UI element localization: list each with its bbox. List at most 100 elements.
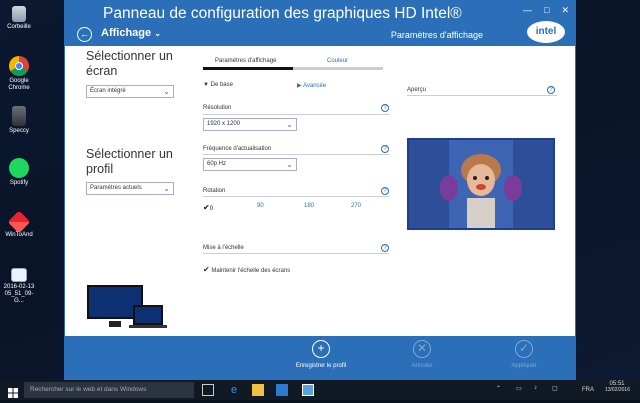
tab-color[interactable]: Couleur [327, 58, 348, 64]
volume-icon[interactable]: ♪ [534, 385, 537, 391]
apply-button[interactable]: ✓ Appliquer [501, 340, 547, 369]
help-icon[interactable]: ? [381, 244, 389, 252]
help-icon[interactable]: ? [381, 104, 389, 112]
chrome-icon [9, 56, 29, 76]
edge-icon[interactable]: e [228, 384, 240, 396]
back-arrow-icon[interactable]: ← [77, 27, 92, 42]
desktop-icon-label: Google Chrome [8, 78, 30, 91]
window-controls: — □ ✕ [523, 5, 569, 16]
screen-select[interactable]: Écran intégré ⌄ [86, 85, 174, 98]
minimize-button[interactable]: — [523, 5, 532, 16]
language-indicator[interactable]: FRA [582, 387, 594, 393]
plus-icon: + [312, 340, 330, 358]
wintoand-icon [7, 210, 31, 234]
desktop-icon-spotify[interactable]: Spotify [0, 158, 38, 187]
message-icon[interactable]: ▢ [552, 385, 558, 392]
triangle-down-icon: ▼ [203, 82, 209, 88]
clock[interactable]: 05:51 13/02/2016 [604, 381, 630, 393]
maximize-button[interactable]: □ [544, 5, 549, 16]
apply-label: Appliquer [511, 363, 537, 369]
spotify-icon [9, 158, 29, 178]
laptop-base [129, 325, 167, 328]
affichage-menu-label: Affichage [101, 27, 152, 39]
resolution-label: Résolution [203, 105, 232, 111]
affichage-menu[interactable]: Affichage ⌄ [101, 27, 161, 39]
refresh-rate-select[interactable]: 60p Hz ⌄ [203, 158, 297, 171]
help-icon[interactable]: ? [547, 86, 555, 94]
divider [407, 95, 557, 96]
tray-chevron-up-icon[interactable]: ⌃ [496, 385, 501, 392]
cancel-label: Annuler [411, 363, 433, 369]
select-screen-heading: Sélectionner un écran [86, 49, 173, 78]
divider [203, 253, 389, 254]
preview-label: Aperçu [407, 87, 427, 93]
profile-select[interactable]: Paramètres actuels ⌄ [86, 182, 174, 195]
recycle-bin-icon [12, 6, 26, 22]
desktop-icon-recycle-bin[interactable]: Corbeille [0, 6, 38, 31]
network-icon[interactable]: ▭ [516, 385, 522, 392]
desktop-icon-chrome[interactable]: Google Chrome [0, 56, 38, 92]
intel-graphics-window: Panneau de configuration des graphiques … [64, 0, 576, 380]
tab-inactive-indicator [293, 67, 383, 70]
windows-start-icon[interactable] [8, 385, 18, 398]
rotation-option-label: 0 [209, 206, 214, 212]
divider [203, 196, 389, 197]
help-icon[interactable]: ? [381, 187, 389, 195]
monitor-stand [109, 321, 121, 327]
desktop-icon-label: Speccy [9, 128, 29, 134]
chevron-down-icon: ⌄ [163, 184, 170, 193]
refresh-rate-label: Fréquence d'actualisation [203, 146, 272, 152]
preview-image [407, 138, 555, 230]
scaling-label: Mise à l'échelle [203, 245, 244, 251]
action-bar: + Enregistrer le profil ✕ Annuler ✓ Appl… [65, 336, 575, 380]
desktop-icon-wintoand[interactable]: WinToAnd [0, 210, 38, 239]
rotation-option-180[interactable]: 180 [304, 203, 314, 209]
resolution-select[interactable]: 1920 x 1200 ⌄ [203, 118, 297, 131]
close-button[interactable]: ✕ [561, 5, 569, 16]
triangle-right-icon: ▶ [297, 83, 302, 89]
app-title: Panneau de configuration des graphiques … [103, 5, 462, 22]
file-explorer-icon[interactable] [252, 384, 264, 396]
intel-graphics-taskbar-icon[interactable] [302, 384, 314, 396]
rotation-option-90[interactable]: 90 [257, 203, 264, 209]
resolution-select-value: 1920 x 1200 [207, 121, 241, 127]
store-icon[interactable] [276, 384, 288, 396]
desktop-icon-screenshot[interactable]: 2016-02-13 05_51_09-G... [0, 268, 38, 305]
mode-basic[interactable]: ▼ De base [203, 82, 233, 88]
clock-date: 13/02/2016 [604, 387, 630, 393]
profile-select-value: Paramètres actuels [90, 185, 142, 191]
screen-select-value: Écran intégré [90, 88, 126, 94]
checkmark-icon: ✔ [203, 203, 210, 212]
mode-basic-label: De base [210, 82, 233, 88]
checkmark-icon: ✔ [203, 265, 210, 274]
rotation-option-0[interactable]: ✔0 [203, 203, 213, 212]
chevron-down-icon: ⌄ [163, 87, 170, 96]
chevron-down-icon: ⌄ [286, 120, 293, 129]
monitor-laptop-illustration [87, 285, 167, 335]
divider [203, 114, 389, 115]
rotation-label: Rotation [203, 188, 226, 194]
divider [203, 154, 389, 155]
scaling-option-label: Maintenir l'échelle des écrans [211, 268, 291, 274]
save-profile-button[interactable]: + Enregistrer le profil [287, 340, 355, 369]
laptop-icon [133, 305, 163, 325]
taskbar-search-input[interactable]: Rechercher sur le web et dans Windows [24, 382, 194, 398]
intel-logo: intel [527, 21, 565, 43]
desktop-icon-label: 2016-02-13 05_51_09-G... [3, 284, 35, 304]
scaling-option[interactable]: ✔ Maintenir l'échelle des écrans [203, 265, 290, 274]
taskbar: Rechercher sur le web et dans Windows e … [0, 380, 640, 400]
desktop-icon-label: Corbeille [7, 24, 31, 30]
task-view-icon[interactable] [202, 384, 214, 396]
rotation-option-270[interactable]: 270 [351, 203, 361, 209]
chevron-down-icon: ⌄ [154, 29, 161, 38]
checkmark-icon: ✓ [515, 340, 533, 358]
chevron-down-icon: ⌄ [286, 160, 293, 169]
desktop-icon-speccy[interactable]: Speccy [0, 106, 38, 135]
image-file-icon [11, 268, 27, 282]
help-icon[interactable]: ? [381, 145, 389, 153]
mode-advanced[interactable]: ▶ Avancée [297, 82, 326, 89]
mode-advanced-label: Avancée [302, 83, 327, 89]
cancel-button[interactable]: ✕ Annuler [399, 340, 445, 369]
settings-tabs: Paramètres d'affichage Couleur [203, 58, 383, 70]
tab-display-settings[interactable]: Paramètres d'affichage [215, 58, 276, 64]
